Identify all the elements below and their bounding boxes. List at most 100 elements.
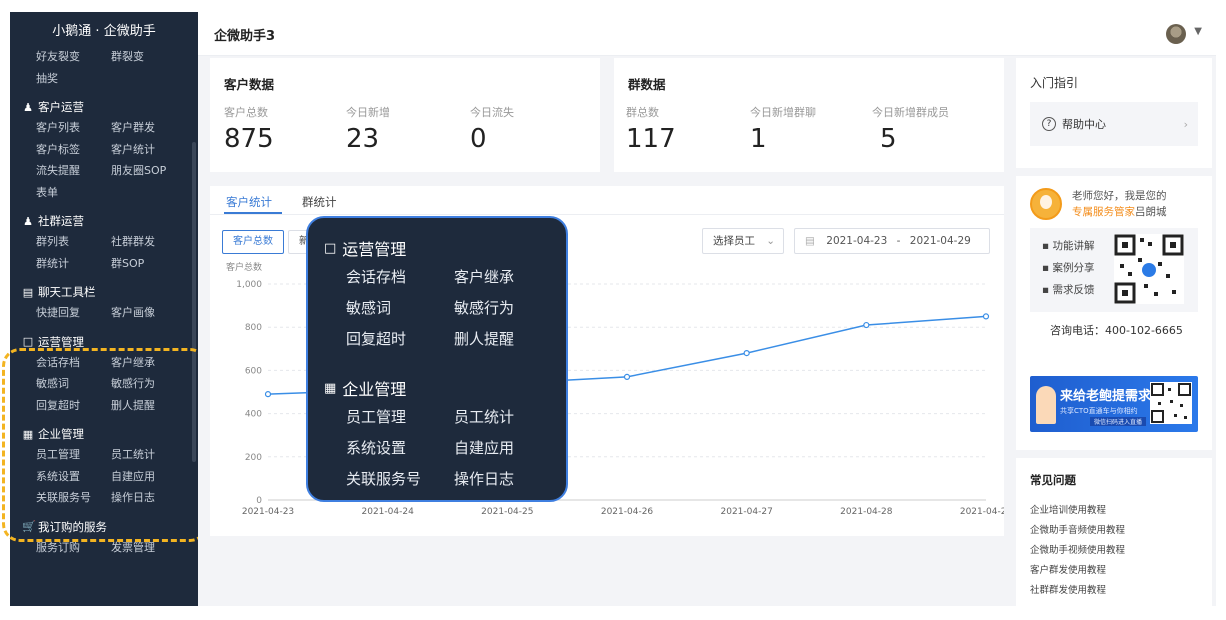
popup-item[interactable]: 系统设置	[346, 437, 454, 458]
popup-item[interactable]: 敏感词	[346, 297, 454, 318]
sidebar-item-group-stats[interactable]: 群统计	[36, 253, 111, 275]
sidebar-heading-customer-ops[interactable]: ♟ 客户运营	[22, 97, 188, 117]
metric-value: 23	[346, 124, 380, 154]
faq-link[interactable]: 企微助手视频使用教程	[1030, 542, 1125, 556]
faq-link[interactable]: 社群群发使用教程	[1030, 582, 1106, 596]
data-point	[863, 321, 870, 329]
sidebar-item-customer-stats[interactable]: 客户统计	[111, 139, 186, 161]
help-center-button[interactable]: ? 帮助中心 ›	[1030, 102, 1198, 146]
sidebar-item-customer-list[interactable]: 客户列表	[36, 117, 111, 139]
date-separator: -	[896, 235, 901, 247]
y-tick-label: 400	[245, 410, 262, 420]
y-tick-label: 600	[245, 366, 262, 376]
banner-title: 来给老鲍提需求	[1060, 389, 1152, 404]
feature-item[interactable]: ▪ 功能讲解	[1042, 238, 1094, 253]
calendar-icon: ▤	[805, 235, 815, 247]
metric-label: 今日新增群成员	[872, 106, 949, 119]
sidebar-item-customer-profile[interactable]: 客户画像	[111, 302, 186, 324]
spacer	[210, 536, 1004, 606]
sidebar-item-form[interactable]: 表单	[36, 182, 111, 204]
sidebar-item-customer-broadcast[interactable]: 客户群发	[111, 117, 186, 139]
divider	[1016, 168, 1212, 176]
customer-data-title: 客户数据	[224, 77, 275, 92]
popup-item[interactable]: 自建应用	[454, 437, 562, 458]
chevron-right-icon: ›	[1183, 117, 1188, 131]
service-features: ▪ 功能讲解 ▪ 案例分享 ▪ 需求反馈	[1030, 228, 1198, 312]
date-range-picker[interactable]: ▤ 2021-04-23 - 2021-04-29	[794, 228, 990, 254]
popup-item[interactable]: 操作日志	[454, 468, 562, 489]
tab-customer-stats[interactable]: 客户统计	[226, 194, 272, 210]
popup-item[interactable]: 删人提醒	[454, 328, 562, 349]
x-tick-label: 2021-04-27	[721, 507, 773, 517]
highlight-dashed-box	[2, 348, 208, 542]
popup-heading-enterprise: ▦ 企业管理	[324, 380, 407, 399]
staff-select[interactable]: 选择员工 ⌄	[702, 228, 784, 254]
sidebar-item-lottery[interactable]: 抽奖	[36, 68, 111, 90]
qr-code-icon	[1150, 382, 1192, 424]
presenter-figure	[1036, 386, 1056, 424]
metric-value: 5	[880, 124, 897, 154]
popup-item[interactable]: 客户继承	[454, 266, 562, 287]
x-tick-label: 2021-04-29	[960, 507, 1004, 517]
tab-group-stats[interactable]: 群统计	[302, 194, 337, 210]
chevron-down-icon: ⌄	[766, 235, 775, 247]
agent-greeting: 老师您好，我是您的 专属服务管家吕朗城	[1072, 190, 1167, 218]
feature-item[interactable]: ▪ 需求反馈	[1042, 282, 1094, 297]
agent-avatar	[1030, 188, 1062, 220]
x-tick-label: 2021-04-28	[840, 507, 893, 517]
feature-item[interactable]: ▪ 案例分享	[1042, 260, 1094, 275]
popup-item[interactable]: 员工管理	[346, 406, 454, 427]
right-panel: 入门指引 ? 帮助中心 › 老师您好，我是您的 专属服务管家吕朗城 ▪ 功能讲解…	[1016, 58, 1212, 606]
y-axis-label: 客户总数	[226, 261, 262, 273]
banner-subtitle: 共享CTO直通车与你相约	[1060, 407, 1138, 415]
data-point	[982, 313, 990, 320]
sidebar-item-group-sop[interactable]: 群SOP	[111, 253, 186, 275]
sidebar-item-group-broadcast[interactable]: 社群群发	[111, 231, 186, 253]
x-tick-label: 2021-04-24	[362, 507, 415, 517]
tab-active-underline	[224, 212, 282, 214]
metric-label: 客户总数	[224, 106, 268, 119]
popup-item[interactable]: 会话存档	[346, 266, 454, 287]
sidebar-item-group-list[interactable]: 群列表	[36, 231, 111, 253]
popup-operations-items: 会话存档 客户继承 敏感词 敏感行为 回复超时 删人提醒	[346, 266, 562, 349]
qr-code-icon	[1114, 234, 1184, 304]
divider	[1016, 450, 1212, 458]
consult-phone: 咨询电话：400-102-6665	[1050, 324, 1183, 337]
faq-title: 常见问题	[1030, 473, 1076, 487]
metric-value: 1	[750, 124, 767, 154]
data-point	[623, 373, 631, 380]
avatar[interactable]	[1166, 24, 1186, 44]
toolbar-icon: ▤	[22, 285, 34, 299]
operations-icon: □	[22, 335, 34, 348]
promo-banner[interactable]: 来给老鲍提需求 共享CTO直通车与你相约 微信扫码进入直播	[1030, 376, 1198, 432]
question-icon: ?	[1042, 117, 1056, 131]
sidebar-item-friend-fission[interactable]: 好友裂变	[36, 46, 111, 68]
popup-enterprise-items: 员工管理 员工统计 系统设置 自建应用 关联服务号 操作日志	[346, 406, 562, 489]
operations-icon: □	[324, 240, 337, 256]
menu-zoom-popup: □ 运营管理 会话存档 客户继承 敏感词 敏感行为 回复超时 删人提醒 ▦ 企业…	[306, 216, 568, 502]
x-tick-label: 2021-04-26	[601, 507, 654, 517]
popup-item[interactable]: 员工统计	[454, 406, 562, 427]
sidebar-item-moments-sop[interactable]: 朋友圈SOP	[111, 160, 186, 182]
sidebar-heading-community-ops[interactable]: ♟ 社群运营	[22, 211, 188, 231]
metric-label: 群总数	[626, 106, 659, 119]
popup-item[interactable]: 敏感行为	[454, 297, 562, 318]
popup-item[interactable]: 回复超时	[346, 328, 454, 349]
sidebar-item-churn-alert[interactable]: 流失提醒	[36, 160, 111, 182]
faq-link[interactable]: 企业培训使用教程	[1030, 502, 1106, 516]
faq-link[interactable]: 客户群发使用教程	[1030, 562, 1106, 576]
sidebar-item-quick-reply[interactable]: 快捷回复	[36, 302, 111, 324]
data-point	[743, 350, 750, 357]
chevron-down-icon[interactable]: ▼	[1194, 26, 1202, 37]
popup-heading-operations: □ 运营管理	[324, 240, 407, 259]
metric-label: 今日新增群聊	[750, 106, 816, 119]
sidebar-item-customer-tags[interactable]: 客户标签	[36, 139, 111, 161]
metric-value: 875	[224, 124, 274, 154]
group-data-card: 群数据 群总数 117 今日新增群聊 1 今日新增群成员 5	[614, 58, 1004, 172]
metric-label: 今日新增	[346, 106, 390, 119]
filter-customer-total-button[interactable]: 客户总数	[222, 230, 284, 254]
faq-link[interactable]: 企微助手音频使用教程	[1030, 522, 1125, 536]
popup-item[interactable]: 关联服务号	[346, 468, 454, 489]
sidebar-item-group-fission[interactable]: 群裂变	[111, 46, 186, 68]
sidebar-heading-chat-toolbar[interactable]: ▤ 聊天工具栏	[22, 282, 188, 302]
